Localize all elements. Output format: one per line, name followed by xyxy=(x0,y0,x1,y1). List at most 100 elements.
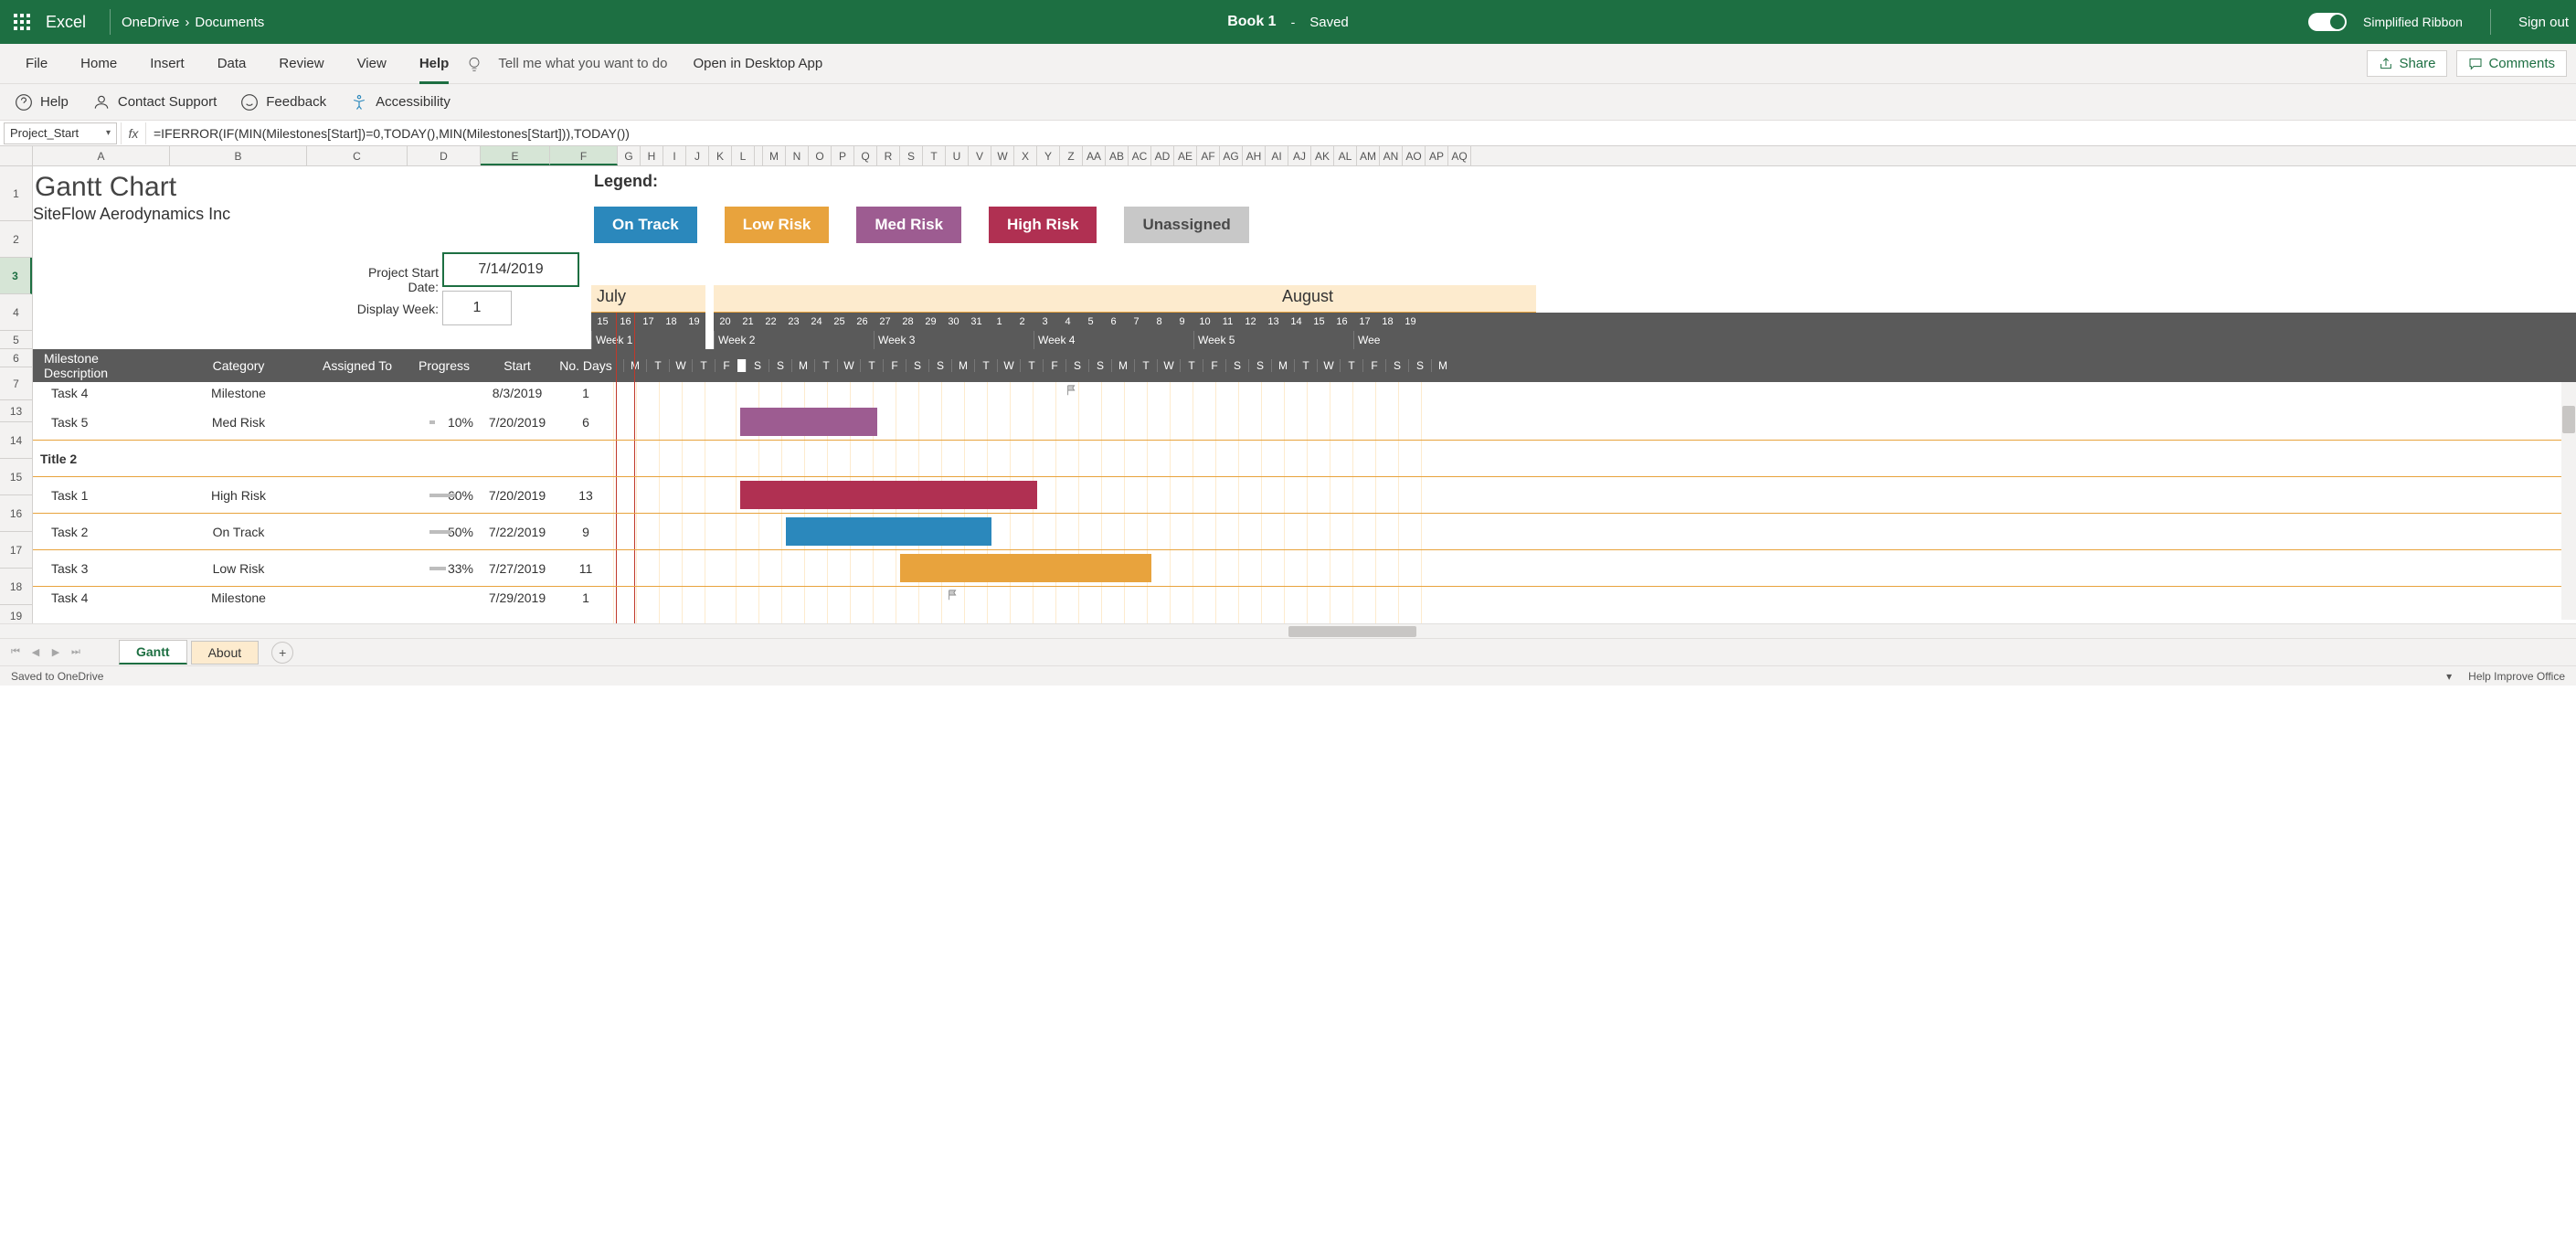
col-header[interactable]: X xyxy=(1014,146,1037,165)
status-dropdown-icon[interactable]: ▾ xyxy=(2446,670,2452,683)
row-header[interactable]: 18 xyxy=(0,569,32,605)
add-sheet-button[interactable]: + xyxy=(271,642,293,664)
table-row[interactable]: Task 1High Risk60%7/20/201913 xyxy=(33,477,2576,514)
document-title[interactable]: Book 1 xyxy=(1227,14,1276,30)
row-header[interactable]: 7 xyxy=(0,367,32,400)
select-all-corner[interactable] xyxy=(0,146,33,165)
col-header[interactable]: AF xyxy=(1197,146,1220,165)
ribbon-tab-file[interactable]: File xyxy=(9,44,64,84)
col-header[interactable]: S xyxy=(900,146,923,165)
col-header[interactable]: M xyxy=(763,146,786,165)
col-header[interactable]: Q xyxy=(854,146,877,165)
horizontal-scrollbar[interactable] xyxy=(0,623,2576,638)
scroll-thumb[interactable] xyxy=(1288,626,1416,637)
comments-button[interactable]: Comments xyxy=(2456,50,2567,77)
table-row[interactable]: Task 4Milestone7/29/20191 xyxy=(33,587,2576,609)
contact-support-button[interactable]: Contact Support xyxy=(92,93,217,112)
ribbon-tab-view[interactable]: View xyxy=(341,44,403,84)
ribbon-tab-data[interactable]: Data xyxy=(201,44,263,84)
accessibility-button[interactable]: Accessibility xyxy=(350,93,451,112)
row-header[interactable]: 17 xyxy=(0,532,32,569)
col-header[interactable]: V xyxy=(969,146,991,165)
col-header[interactable]: AG xyxy=(1220,146,1243,165)
row-header[interactable]: 13 xyxy=(0,400,32,422)
col-header[interactable]: G xyxy=(618,146,641,165)
row-header[interactable]: 2 xyxy=(0,221,32,258)
col-header[interactable]: AM xyxy=(1357,146,1380,165)
ribbon-tab-review[interactable]: Review xyxy=(262,44,340,84)
row-header[interactable]: 16 xyxy=(0,495,32,532)
col-header[interactable]: AE xyxy=(1174,146,1197,165)
ribbon-tab-home[interactable]: Home xyxy=(64,44,133,84)
scroll-thumb[interactable] xyxy=(2562,406,2575,433)
col-header[interactable]: E xyxy=(481,146,550,165)
tab-nav-last[interactable]: ⏭ xyxy=(68,644,84,661)
col-header[interactable]: AI xyxy=(1266,146,1288,165)
col-header[interactable]: J xyxy=(686,146,709,165)
row-header[interactable]: 15 xyxy=(0,459,32,495)
col-header[interactable] xyxy=(755,146,763,165)
tab-nav-prev[interactable]: ◀ xyxy=(27,644,44,661)
col-header[interactable]: K xyxy=(709,146,732,165)
col-header[interactable]: AC xyxy=(1129,146,1151,165)
col-header[interactable]: A xyxy=(33,146,170,165)
col-header[interactable]: I xyxy=(663,146,686,165)
app-name[interactable]: Excel xyxy=(46,13,86,32)
col-header[interactable]: AH xyxy=(1243,146,1266,165)
col-header[interactable]: AB xyxy=(1106,146,1129,165)
name-box[interactable]: Project_Start ▾ xyxy=(4,122,117,144)
simplified-ribbon-toggle[interactable] xyxy=(2308,13,2347,31)
col-header[interactable]: C xyxy=(307,146,408,165)
col-header[interactable]: AP xyxy=(1426,146,1448,165)
col-header[interactable]: T xyxy=(923,146,946,165)
col-header[interactable]: N xyxy=(786,146,809,165)
dropdown-icon[interactable]: ▾ xyxy=(106,128,111,138)
col-header[interactable]: AN xyxy=(1380,146,1403,165)
ribbon-tab-help[interactable]: Help xyxy=(403,44,466,84)
col-header[interactable]: R xyxy=(877,146,900,165)
row-header[interactable]: 1 xyxy=(0,166,32,221)
col-header[interactable]: AO xyxy=(1403,146,1426,165)
tab-nav-first[interactable]: ⏮ xyxy=(7,644,24,661)
col-header[interactable]: L xyxy=(732,146,755,165)
fx-icon[interactable]: fx xyxy=(121,122,146,144)
table-row[interactable]: Task 2On Track50%7/22/20199 xyxy=(33,514,2576,550)
signout-link[interactable]: Sign out xyxy=(2518,15,2569,30)
table-row[interactable]: Task 3Low Risk33%7/27/201911 xyxy=(33,550,2576,587)
col-header[interactable]: D xyxy=(408,146,481,165)
col-header[interactable]: H xyxy=(641,146,663,165)
col-header[interactable]: AA xyxy=(1083,146,1106,165)
col-header[interactable]: AD xyxy=(1151,146,1174,165)
row-header[interactable]: 6 xyxy=(0,349,32,367)
row-header[interactable]: 5 xyxy=(0,331,32,349)
feedback-button[interactable]: Feedback xyxy=(240,93,326,112)
table-row[interactable]: Task 5Med Risk10%7/20/20196 xyxy=(33,404,2576,441)
breadcrumb-documents[interactable]: Documents xyxy=(195,15,264,30)
col-header[interactable]: Y xyxy=(1037,146,1060,165)
display-week-cell[interactable]: 1 xyxy=(442,291,512,325)
project-start-cell[interactable]: 7/14/2019 xyxy=(442,252,579,287)
tab-nav-next[interactable]: ▶ xyxy=(48,644,64,661)
col-header[interactable]: O xyxy=(809,146,832,165)
col-header[interactable]: AJ xyxy=(1288,146,1311,165)
col-header[interactable]: F xyxy=(550,146,618,165)
col-header[interactable]: AK xyxy=(1311,146,1334,165)
col-header[interactable]: B xyxy=(170,146,307,165)
tell-me-input[interactable]: Tell me what you want to do xyxy=(498,56,667,71)
col-header[interactable]: AL xyxy=(1334,146,1357,165)
row-header[interactable]: 3 xyxy=(0,258,32,294)
col-header[interactable]: AQ xyxy=(1448,146,1471,165)
sheet-tab-gantt[interactable]: Gantt xyxy=(119,640,187,665)
row-header[interactable]: 4 xyxy=(0,294,32,331)
col-header[interactable]: Z xyxy=(1060,146,1083,165)
table-row[interactable]: Task 4Milestone8/3/20191 xyxy=(33,382,2576,404)
help-improve-link[interactable]: Help Improve Office xyxy=(2468,670,2565,683)
app-launcher-icon[interactable] xyxy=(7,7,37,37)
breadcrumb-onedrive[interactable]: OneDrive xyxy=(122,15,179,30)
ribbon-tab-insert[interactable]: Insert xyxy=(133,44,201,84)
share-button[interactable]: Share xyxy=(2367,50,2447,77)
formula-input[interactable]: =IFERROR(IF(MIN(Milestones[Start])=0,TOD… xyxy=(146,126,2576,141)
spreadsheet-grid[interactable]: 123456713141516171819 Gantt Chart SiteFl… xyxy=(0,166,2576,623)
col-header[interactable]: U xyxy=(946,146,969,165)
col-header[interactable]: P xyxy=(832,146,854,165)
